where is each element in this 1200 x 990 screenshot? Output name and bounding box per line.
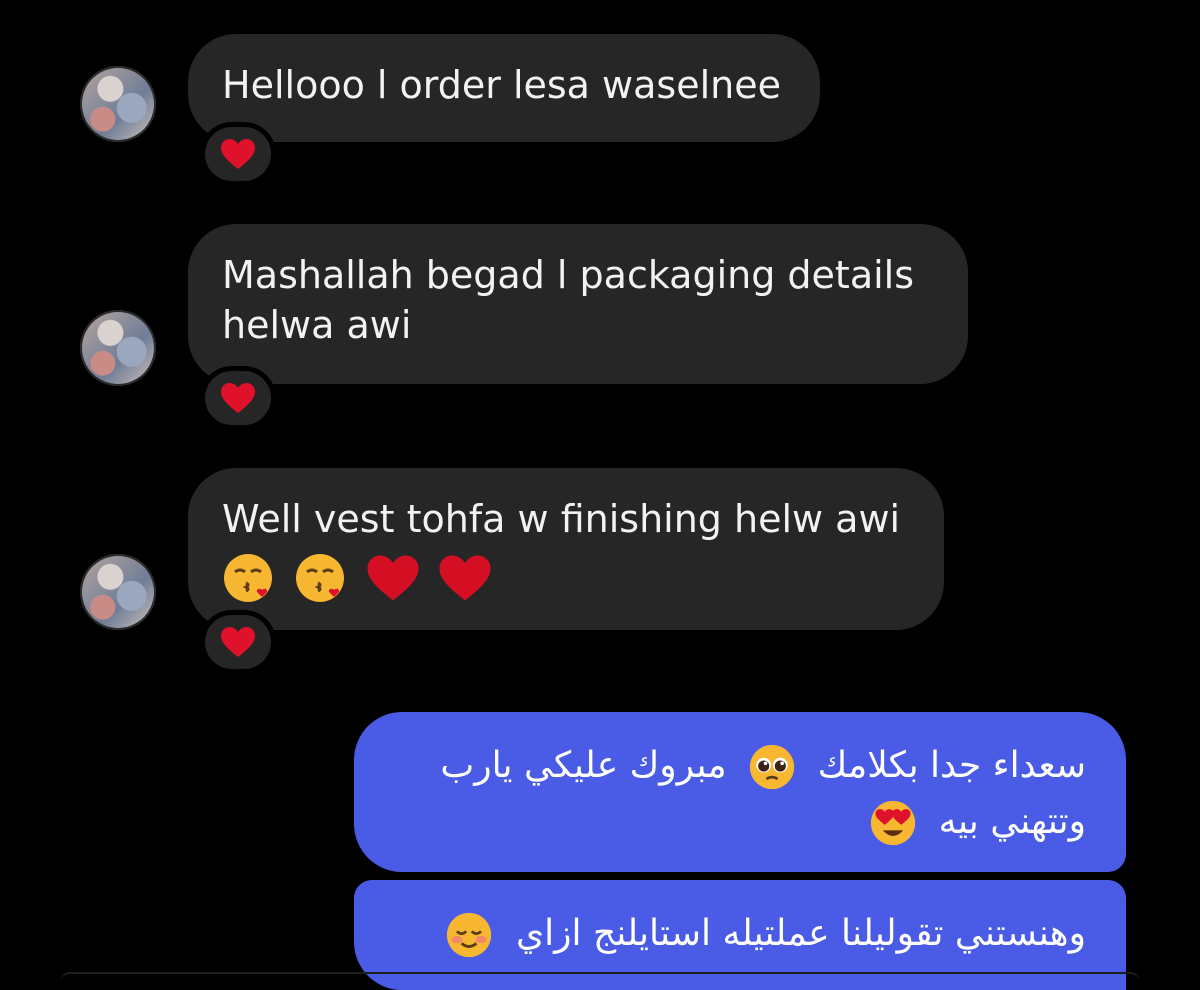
- pleading-face-icon: [749, 744, 795, 790]
- message-text-line-1: وهنستني تقوليلنا عملتيله استايلنج ازاي: [394, 906, 1086, 962]
- message-text-line-1: Well vest tohfa w finishing helw awi: [222, 497, 901, 541]
- composer-edge: [60, 972, 1140, 982]
- red-heart-icon: [367, 555, 419, 600]
- message-text-line-1: Mashallah begad l packaging details: [222, 253, 915, 297]
- message-text-line-1: سعداء جدا بكلامك مبروك عليكي يارب: [394, 738, 1086, 794]
- reaction-badge[interactable]: [200, 610, 276, 674]
- message-text-line-2: helwa awi: [222, 303, 412, 347]
- sender-avatar[interactable]: [80, 310, 156, 386]
- smiling-blushing-face-icon: [446, 912, 491, 958]
- message-text-part: مبروك عليكي يارب: [440, 745, 727, 786]
- red-heart-icon: [221, 627, 255, 657]
- outgoing-message-1[interactable]: سعداء جدا بكلامك مبروك عليكي يارب وتتهني…: [354, 712, 1126, 872]
- message-text: Hellooo l order lesa waselnee: [222, 63, 781, 107]
- message-text-line-2: وتتهني بيه: [394, 794, 1086, 850]
- reaction-badge[interactable]: [200, 122, 276, 186]
- incoming-message-1[interactable]: Hellooo l order lesa waselnee: [188, 34, 820, 142]
- message-text-part: وتتهني بيه: [938, 801, 1086, 842]
- incoming-message-3[interactable]: Well vest tohfa w finishing helw awi: [188, 468, 944, 630]
- emoji-row: [222, 550, 910, 602]
- message-text-part: سعداء جدا بكلامك: [817, 745, 1086, 786]
- sender-avatar[interactable]: [80, 554, 156, 630]
- sender-avatar[interactable]: [80, 66, 156, 142]
- message-text-part: وهنستني تقوليلنا عملتيله استايلنج ازاي: [515, 913, 1086, 954]
- incoming-message-2[interactable]: Mashallah begad l packaging details helw…: [188, 224, 968, 384]
- red-heart-icon: [439, 555, 491, 600]
- kissing-face-with-heart-icon: [224, 553, 272, 602]
- reaction-badge[interactable]: [200, 366, 276, 430]
- red-heart-icon: [221, 139, 255, 169]
- red-heart-icon: [221, 383, 255, 413]
- heart-eyes-face-icon: [871, 800, 916, 846]
- kissing-face-with-heart-icon: [296, 553, 345, 602]
